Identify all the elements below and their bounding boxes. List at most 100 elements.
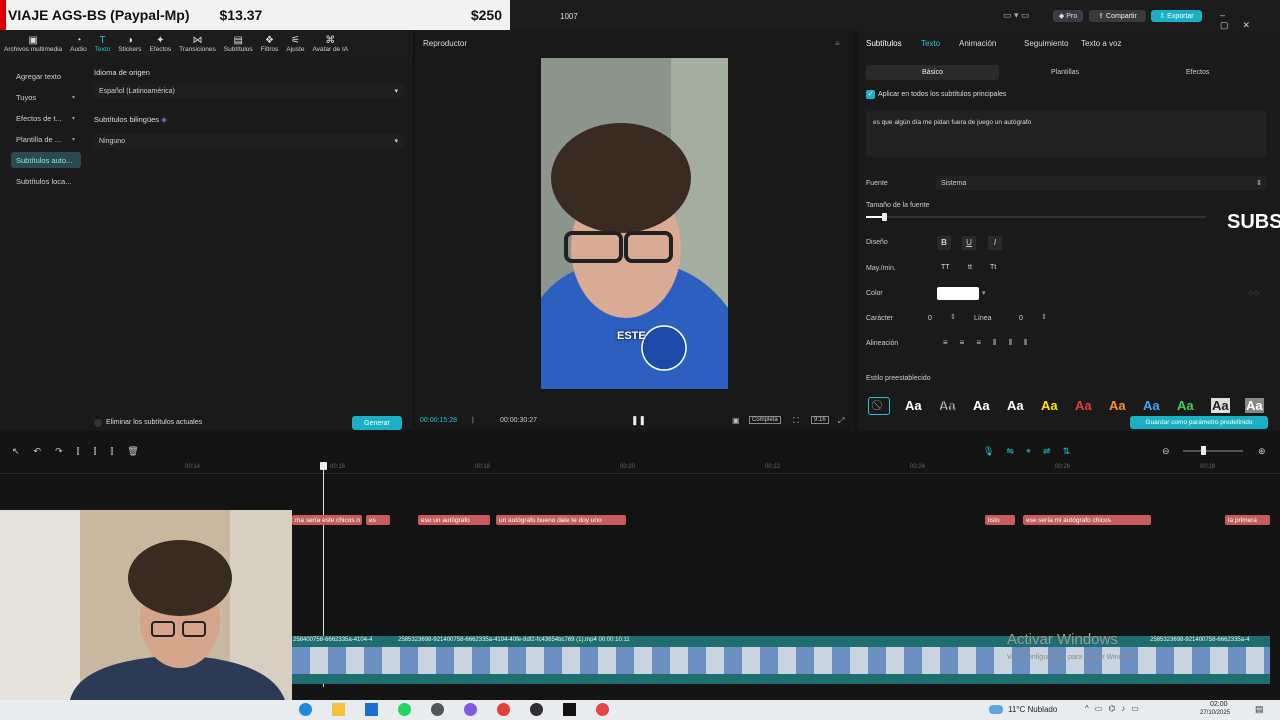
underline-icon[interactable]: U (962, 236, 976, 250)
tool-audio[interactable]: ◔ Audio (66, 31, 91, 58)
preset-style-10[interactable]: Aa (1211, 398, 1230, 413)
alignment-icons[interactable]: ≡≡≡⦀⦀⦀ (943, 338, 1040, 348)
keyframe-icon[interactable]: ◇◇ (1248, 289, 1259, 297)
tool-transitions[interactable]: ⋈ Transiciones (175, 31, 220, 58)
fit-select[interactable]: Completa (749, 416, 781, 424)
tab-text-to-speech[interactable]: Texto a voz (1081, 39, 1121, 48)
capcut-icon[interactable] (563, 703, 576, 716)
pro-badge[interactable]: ◆ Pro (1053, 10, 1083, 22)
tab-animation[interactable]: Animación (959, 39, 996, 48)
pause-icon[interactable]: ❚❚ (631, 415, 646, 426)
preset-style-6[interactable]: Aa (1075, 398, 1092, 413)
subtitle-clip[interactable]: ese sería mi autógrafo chicos (1023, 515, 1151, 525)
app-icon[interactable] (596, 703, 609, 716)
share-button[interactable]: ⇪ Compartir (1089, 10, 1146, 22)
tool-subtitles[interactable]: ▤ Subtítulos (220, 31, 257, 58)
stepper-icon[interactable]: ⇕ (950, 313, 956, 321)
font-size-slider[interactable] (866, 216, 1206, 218)
tab-subtitles[interactable]: Subtítulos (866, 39, 902, 48)
crop-icon[interactable]: ▣ (732, 416, 740, 425)
tab-tracking[interactable]: Seguimiento (1024, 39, 1068, 48)
tool-media[interactable]: ▣ Archivos multimedia (0, 31, 66, 58)
settings-icon[interactable] (431, 703, 444, 716)
char-spacing-value[interactable]: 0 (928, 315, 932, 322)
discord-icon[interactable] (464, 703, 477, 716)
ratio-select[interactable]: 9:16 (811, 416, 829, 424)
tool-ai-avatar[interactable]: ⌘ Avatar de IA (308, 31, 352, 58)
bold-icon[interactable]: B (937, 236, 951, 250)
subtitle-text-input[interactable]: es que algún día me pidan fuera de juego… (866, 111, 1266, 157)
tray-icons[interactable]: ^▭⌬♪▭ (1085, 704, 1145, 713)
window-controls[interactable]: –▢✕ (1220, 10, 1280, 31)
source-language-select[interactable]: Español (Latinoamérica) ▾ (94, 84, 404, 98)
subtitle-clip[interactable]: eso un autógrafo (418, 515, 490, 525)
weather-text[interactable]: 11°C Nublado (1008, 705, 1057, 714)
no-style-icon[interactable]: ⃠ (868, 397, 890, 415)
playhead-handle[interactable] (320, 462, 327, 470)
nav-text-effects[interactable]: Efectos de t... ▾ (11, 110, 81, 126)
preset-style-5[interactable]: Aa (1041, 398, 1058, 413)
tool-stickers[interactable]: ◑ Stickers (114, 31, 145, 58)
line-spacing-value[interactable]: 0 (1019, 315, 1023, 322)
stepper-icon[interactable]: ⇕ (1041, 313, 1047, 321)
zoom-out-icon[interactable]: ⊖ (1162, 446, 1170, 457)
store-icon[interactable] (365, 703, 378, 716)
expand-icon[interactable]: ⤢ (838, 416, 844, 426)
chrome-icon[interactable] (497, 703, 510, 716)
nav-auto-subtitles[interactable]: Subtítulos auto... (11, 152, 81, 168)
zoom-in-icon[interactable]: ⊕ (1258, 446, 1266, 457)
video-preview[interactable]: ESTE (541, 58, 728, 389)
preset-style-2[interactable]: Aa (939, 398, 957, 414)
nav-add-text[interactable]: Agregar texto (11, 68, 81, 84)
spotify-icon[interactable] (398, 703, 411, 716)
nav-yours[interactable]: Tuyos ▾ (11, 89, 81, 105)
slider-handle[interactable] (882, 213, 887, 221)
folder-icon[interactable] (332, 703, 345, 716)
uppercase-icon[interactable]: TT (941, 264, 950, 271)
tab-text[interactable]: Texto (921, 39, 940, 48)
subtab-effects[interactable]: Efectos (1186, 69, 1209, 76)
subtitle-clip[interactable]: ma sería este chicos n (292, 515, 362, 525)
tool-effects[interactable]: ✦ Efectos (145, 31, 175, 58)
obs-icon[interactable] (530, 703, 543, 716)
fullscreen-crop-icon[interactable]: ⛶ (793, 416, 799, 426)
nav-local-subtitles[interactable]: Subtítulos loca... (11, 173, 81, 189)
menu-icon[interactable]: ≡ (835, 39, 840, 48)
italic-icon[interactable]: I (988, 236, 1002, 250)
remove-toggle[interactable] (94, 419, 102, 427)
tool-text[interactable]: T Texto (91, 31, 115, 58)
bilingual-select[interactable]: Ninguno ▾ (94, 134, 404, 148)
subtab-templates[interactable]: Plantillas (1051, 69, 1079, 76)
generate-button[interactable]: Generar (352, 416, 402, 430)
layout-icon[interactable]: ▭ ▾ ▭ (1003, 10, 1030, 21)
zoom-slider[interactable] (1183, 450, 1243, 452)
preset-style-1[interactable]: Aa (905, 398, 922, 413)
preset-style-8[interactable]: Aa (1143, 398, 1160, 413)
lowercase-icon[interactable]: tt (968, 264, 972, 271)
export-button[interactable]: ⇩ Exportar (1151, 10, 1202, 22)
font-select[interactable]: Sistema ⇕ (936, 176, 1266, 190)
timeline-right-tools[interactable]: 🎙⇋⌖⇌⇅ (983, 446, 1082, 457)
color-swatch[interactable] (937, 287, 979, 300)
save-preset-button[interactable]: Guardar como parámetro predefinido (1130, 416, 1268, 429)
timeline-tools[interactable]: ↖↶↷⫿⫿⫿🗑 (12, 446, 153, 457)
subtitle-clip[interactable]: un autógrafo bueno dale te doy uno (496, 515, 626, 525)
subtitle-clip[interactable]: la primera (1225, 515, 1270, 525)
tool-adjust[interactable]: ⚟ Ajuste (282, 31, 308, 58)
chevron-down-icon[interactable]: ▾ (982, 289, 986, 297)
edge-icon[interactable] (299, 703, 312, 716)
nav-templates[interactable]: Plantilla de ... ▾ (11, 131, 81, 147)
preset-style-3[interactable]: Aa (973, 398, 990, 413)
preset-style-11[interactable]: Aa (1245, 398, 1264, 413)
preset-style-9[interactable]: Aa (1177, 398, 1194, 413)
subtab-basic[interactable]: Básico (866, 65, 999, 80)
apply-all-checkbox[interactable]: ✓ (866, 90, 875, 99)
subtitle-clip[interactable]: es (366, 515, 390, 525)
notification-icon[interactable]: ▤ (1255, 704, 1264, 715)
titlecase-icon[interactable]: Tt (990, 264, 996, 271)
zoom-handle[interactable] (1201, 446, 1206, 455)
subtitle-clip[interactable]: listo (985, 515, 1015, 525)
preset-style-7[interactable]: Aa (1109, 398, 1126, 413)
time-ruler[interactable]: 00:14 00:16 00:18 00:20 00:22 00:24 00:2… (0, 462, 1280, 474)
tool-filters[interactable]: ❖ Filtros (257, 31, 283, 58)
